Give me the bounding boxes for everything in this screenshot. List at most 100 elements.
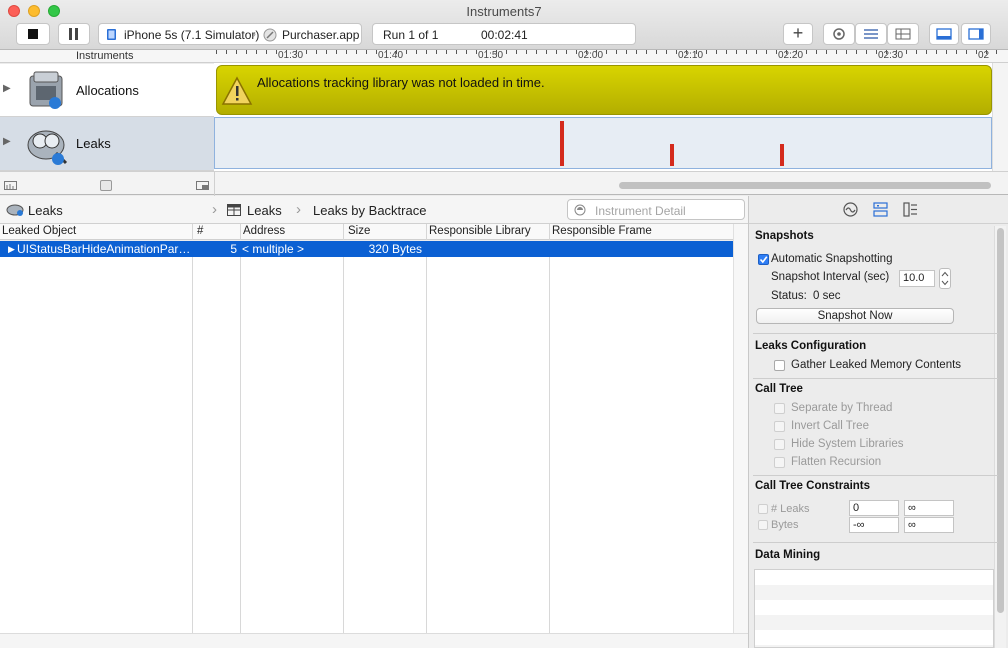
timeline-tick-mark (836, 50, 837, 54)
target-selector[interactable]: iPhone 5s (7.1 Simulator) › Purchaser.ap… (98, 23, 362, 45)
call-tree-title: Call Tree (755, 383, 803, 395)
add-instrument-button[interactable]: + (783, 23, 813, 45)
table-horizontal-scrollbar[interactable] (0, 633, 748, 648)
timeline-tick-mark (796, 50, 797, 54)
run-time: 00:02:41 (481, 28, 528, 42)
timeline-tick-mark (946, 50, 947, 54)
column-header-responsible-frame[interactable]: Responsible Frame (550, 224, 733, 240)
toggle-detail-pane-button[interactable] (929, 23, 959, 45)
snapshot-now-button[interactable]: Snapshot Now (756, 308, 954, 324)
bytes-max-field[interactable]: ∞ (904, 517, 954, 533)
timeline-tick-mark (546, 50, 547, 54)
window-title: Instruments7 (466, 4, 542, 19)
leaks-min-field[interactable]: 0 (849, 500, 899, 516)
leak-spike (780, 144, 784, 166)
disclosure-triangle-icon[interactable]: ▶ (3, 136, 11, 147)
leaks-max-field[interactable]: ∞ (904, 500, 954, 516)
column-divider (426, 241, 427, 633)
timeline-ruler[interactable]: Instruments 01:30 01:40 01:50 02:00 02:10 02:… (0, 50, 1008, 63)
timeline-tick-mark (966, 50, 967, 54)
track-height-slider[interactable] (100, 180, 112, 191)
extended-detail-icon[interactable] (903, 202, 918, 217)
timeline-tick-mark (816, 50, 817, 54)
call-tree-constraints-title: Call Tree Constraints (755, 480, 871, 492)
leaks-icon (27, 130, 68, 165)
run-label: Run 1 of 1 (383, 28, 439, 42)
inspector-scroll-thumb[interactable] (997, 228, 1004, 613)
timeline-tick-label: 02:00 (578, 50, 604, 61)
inspector-scrollbar[interactable] (994, 226, 1006, 648)
record-settings-icon[interactable] (843, 202, 858, 217)
invert-call-tree-checkbox[interactable] (774, 421, 785, 432)
timeline-tick-mark (506, 50, 507, 54)
bytes-min-field[interactable]: -∞ (849, 517, 899, 533)
section-divider (753, 542, 998, 543)
timeline-tick-mark (976, 50, 977, 54)
jumpbar-instrument[interactable]: Leaks (28, 203, 63, 218)
gather-leaked-memory-checkbox[interactable] (774, 360, 785, 371)
pause-button[interactable] (58, 23, 90, 45)
table-vertical-scrollbar[interactable] (733, 224, 748, 633)
timeline-tick-label: 02 (978, 50, 990, 61)
column-header-size[interactable]: Size (344, 224, 427, 240)
track-vertical-scrollbar[interactable] (992, 63, 1008, 171)
column-header-address[interactable]: Address (241, 224, 344, 240)
leak-spike (670, 144, 674, 166)
cell-leaked-object: UIStatusBarHideAnimationPar… (17, 242, 191, 256)
flatten-recursion-checkbox[interactable] (774, 457, 785, 468)
timeline-tick-label: 02:20 (778, 50, 804, 61)
window-toolbar: Instruments7 iPhone 5s (7.1 Simulator) ›… (0, 0, 1008, 50)
instrument-track-area[interactable]: Allocations tracking library was not loa… (214, 63, 1008, 171)
timeline-scroll-region (214, 172, 1008, 196)
timeline-tick-mark (216, 50, 217, 54)
timeline-tick-mark (726, 50, 727, 54)
timeline-tick-mark (446, 50, 447, 54)
stop-button[interactable] (16, 23, 50, 45)
instrument-row-leaks[interactable]: ▶ Leaks (0, 117, 214, 171)
timeline-tick-label: 01:50 (478, 50, 504, 61)
jumpbar-view[interactable]: Leaks (247, 203, 282, 218)
track-layout-icon[interactable] (196, 181, 210, 191)
table-row[interactable]: ▶ UIStatusBarHideAnimationPar… 5 < multi… (0, 241, 733, 257)
snapshot-interval-field[interactable]: 10.0 (899, 270, 935, 287)
hide-system-libraries-checkbox[interactable] (774, 439, 785, 450)
instruments-column-label: Instruments (76, 50, 134, 62)
breadcrumb-chevron-icon: › (252, 27, 256, 41)
jumpbar-mode[interactable]: Leaks by Backtrace (313, 203, 426, 218)
timeline-tick-mark (286, 50, 287, 54)
cell-size: 320 Bytes (368, 242, 422, 256)
library-button[interactable] (823, 23, 855, 45)
search-filter-icon (574, 204, 586, 216)
plus-icon: + (792, 23, 804, 43)
automatic-snapshotting-checkbox[interactable] (758, 254, 769, 265)
instrument-row-allocations[interactable]: ▶ Allocations (0, 64, 214, 117)
timeline-tick-mark (986, 50, 987, 54)
allocations-warning-text: Allocations tracking library was not loa… (257, 75, 545, 90)
timeline-tick-mark (736, 50, 737, 54)
bytes-constraint-checkbox[interactable] (758, 520, 768, 530)
timeline-tick-mark (746, 50, 747, 54)
instrument-detail-search[interactable]: Instrument Detail (567, 199, 745, 220)
expand-triangle-icon[interactable]: ▶ (8, 241, 15, 257)
column-header-count[interactable]: # (193, 224, 241, 240)
timeline-tick-mark (646, 50, 647, 54)
table-header: Leaked Object # Address Size Responsible… (0, 224, 733, 240)
timeline-tick-mark (576, 50, 577, 54)
timeline-tick-mark (936, 50, 937, 54)
separate-by-thread-checkbox[interactable] (774, 403, 785, 414)
track-zoom-icon[interactable] (4, 181, 18, 191)
snapshot-interval-stepper[interactable] (939, 268, 951, 289)
leaks-constraint-checkbox[interactable] (758, 504, 768, 514)
display-settings-icon[interactable] (873, 202, 888, 217)
disclosure-triangle-icon[interactable]: ▶ (3, 83, 11, 94)
leaks-track[interactable] (214, 117, 992, 169)
data-mining-list[interactable] (754, 569, 994, 648)
timeline-tick-mark (376, 50, 377, 54)
view-list-button[interactable] (855, 23, 887, 45)
timeline-horizontal-scroll-thumb[interactable] (619, 182, 991, 189)
column-header-responsible-library[interactable]: Responsible Library (427, 224, 550, 240)
column-header-leaked-object[interactable]: Leaked Object (0, 224, 193, 240)
view-detail-button[interactable] (887, 23, 919, 45)
leak-spike (560, 121, 564, 166)
toggle-inspector-button[interactable] (961, 23, 991, 45)
